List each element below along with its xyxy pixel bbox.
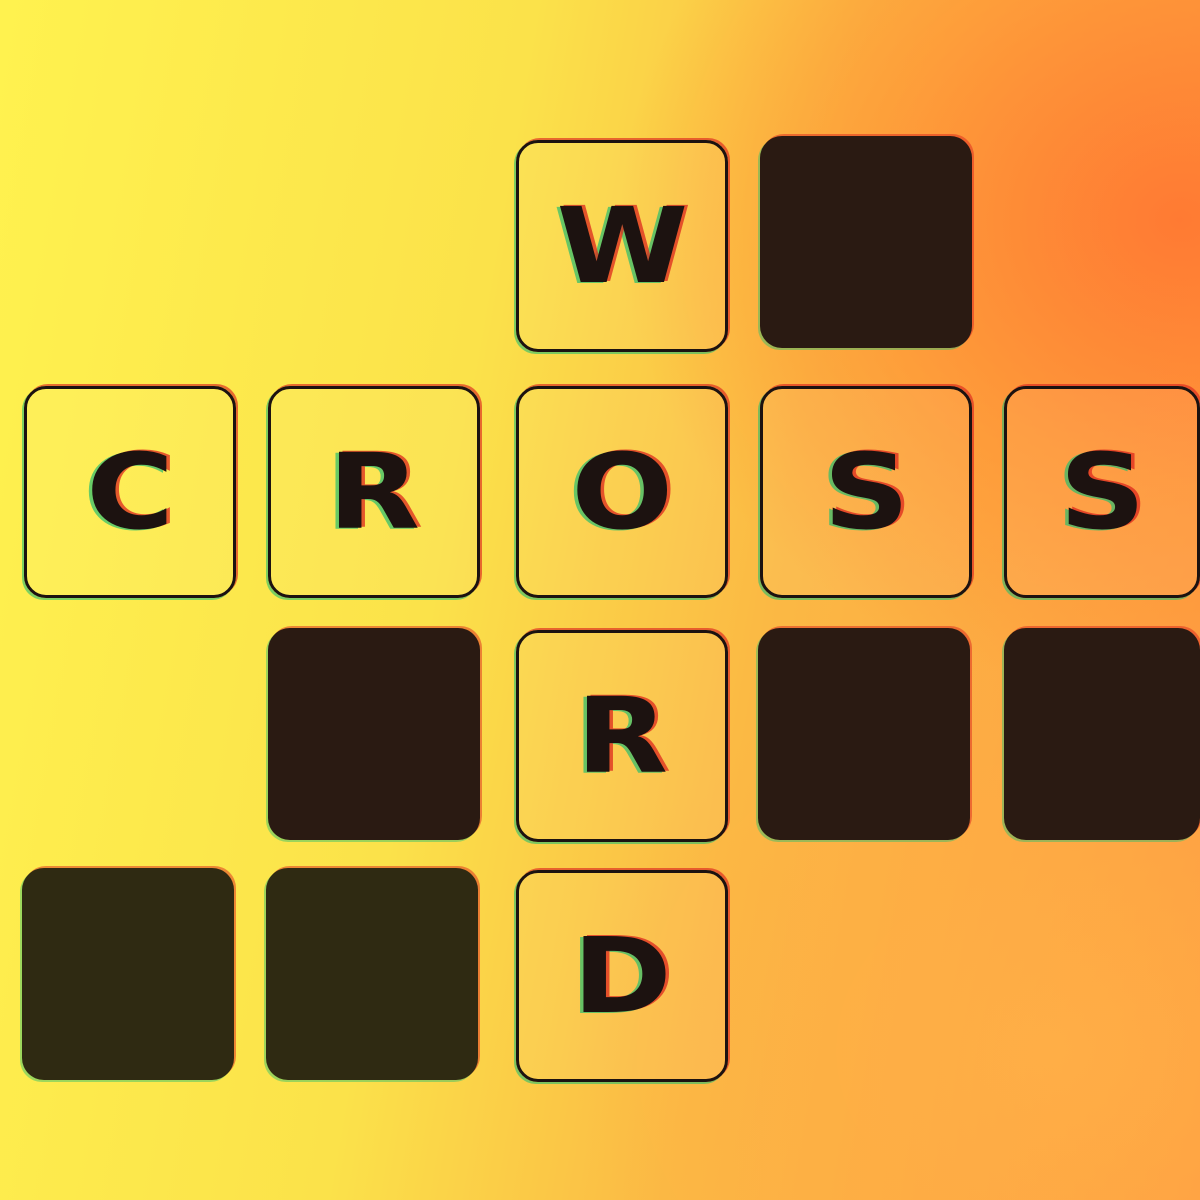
black-cell: [1004, 628, 1200, 840]
cell-letter: O: [571, 431, 673, 553]
cell-letter: S: [822, 431, 910, 553]
cell-c: C: [24, 386, 236, 598]
cell-letter: C: [86, 431, 174, 553]
cell-letter: R: [327, 431, 421, 553]
cell-s-first: S: [760, 386, 972, 598]
black-cell: [268, 628, 480, 840]
cell-w: W: [516, 140, 728, 352]
black-cell: [760, 136, 972, 348]
cell-s-second: S: [1004, 386, 1200, 598]
cell-d: D: [516, 870, 728, 1082]
cell-r-down: R: [516, 630, 728, 842]
cell-letter: R: [575, 675, 669, 797]
cell-letter: W: [556, 185, 688, 307]
cell-o: O: [516, 386, 728, 598]
black-cell: [266, 868, 478, 1080]
black-cell: [22, 868, 234, 1080]
cell-letter: S: [1058, 431, 1146, 553]
black-cell: [758, 628, 970, 840]
crossword-board: W C R O S S R D: [0, 0, 1200, 1200]
cell-r-across: R: [268, 386, 480, 598]
cell-letter: D: [572, 915, 672, 1037]
